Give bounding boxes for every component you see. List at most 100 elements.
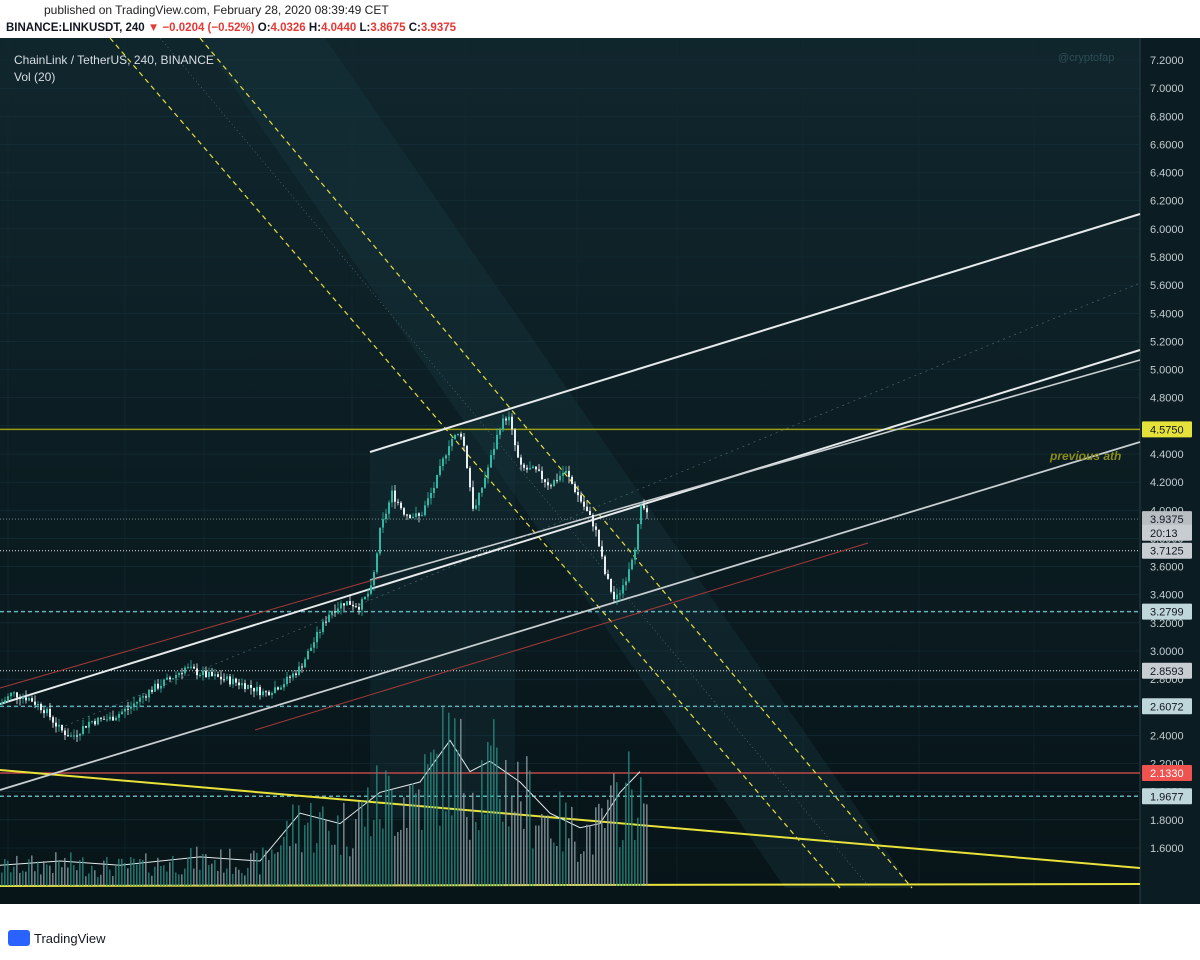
candle-body [232,678,234,685]
change-value: −0.0204 (−0.52%) [162,22,255,34]
candle-body [595,526,597,530]
candle-body [457,433,459,436]
candle-body [253,687,255,692]
volume-bar [184,868,186,886]
volume-bar [364,826,366,886]
volume-bar [217,870,219,886]
price-tick-label: 6.0000 [1150,224,1184,236]
price-tick-label: 4.8000 [1150,393,1184,405]
volume-bar [10,872,12,886]
candle-body [355,606,357,608]
candle-body [325,621,327,623]
level-label-text: 2.8593 [1150,666,1184,678]
candle-body [388,502,390,514]
candle-body [136,701,138,704]
candle-body [163,679,165,686]
volume-bar [607,799,609,886]
volume-bar [157,857,159,886]
volume-bar [583,851,585,886]
price-tick-label: 5.2000 [1150,336,1184,348]
candle-body [256,686,258,692]
candle-body [583,501,585,507]
price-tick-label: 3.4000 [1150,590,1184,602]
candle-body [454,435,456,439]
volume-bar [85,876,87,886]
volume-bar [229,848,231,886]
candle-body [193,666,195,669]
price-tick-label: 3.2000 [1150,618,1184,630]
header-bar: published on TradingView.com, February 2… [0,0,1200,38]
close-value: 3.9375 [420,22,457,34]
candle-body [91,721,93,723]
candle-body [628,569,630,582]
candle-body [589,510,591,515]
volume-bar [127,868,129,886]
price-tick-label: 6.6000 [1150,139,1184,151]
volume-bar [490,745,492,886]
candle-body [43,710,45,714]
volume-bar [382,828,384,886]
tradingview-brand: TradingView [34,930,106,946]
volume-bar [118,858,120,886]
volume-bar [577,861,579,886]
volume-bar [511,796,513,886]
candle-body [490,455,492,468]
candle-body [121,711,123,714]
candle-body [448,446,450,456]
volume-bar [589,825,591,886]
volume-bar [292,804,294,886]
candle-body [634,549,636,560]
change-arrow-icon: ▼ [147,22,160,34]
candle-body [322,621,324,633]
candle-body [19,697,21,699]
level-label-text: 1.9677 [1150,791,1184,803]
volume-bar [262,847,264,886]
volume-bar [151,875,153,886]
candle-body [181,673,183,675]
candle-body [241,683,243,686]
volume-bar [424,754,426,886]
footer-bar [0,904,1200,960]
level-label-text: 4.5750 [1150,424,1184,436]
volume-bar [271,849,273,886]
candle-body [70,735,72,737]
price-chart[interactable]: 7.2000 7.0000 6.8000 6.6000 6.4000 6.2000 6.00… [0,38,1200,904]
candle-body [580,495,582,502]
volume-bar [130,857,132,886]
volume-bar [52,872,54,886]
candle-body [7,696,9,701]
volume-bar [421,829,423,886]
chart-area[interactable]: 7.2000 7.0000 6.8000 6.6000 6.4000 6.2000 6.00… [0,38,1200,904]
close-label: C: [408,22,421,34]
price-tick-label: 4.2000 [1150,477,1184,489]
candle-body [550,485,552,487]
volume-bar [202,853,204,886]
candle-body [262,691,264,696]
candle-body [427,498,429,506]
candle-body [115,717,117,721]
candle-body [277,687,279,690]
volume-bar [283,836,285,886]
level-label-text: 3.7125 [1150,546,1184,558]
candle-body [361,599,363,610]
candle-body [274,687,276,694]
volume-bar [430,752,432,886]
volume-bar [145,853,147,886]
candle-body [466,445,468,469]
volume-bar [211,863,213,886]
volume-bar [256,852,258,886]
volume-bar [235,867,237,886]
candle-body [97,717,99,725]
low-label: L: [359,22,371,34]
volume-bar [181,874,183,886]
candle-body [112,716,114,721]
volume-bar [301,852,303,886]
tradingview-logo[interactable]: TradingView [8,930,106,946]
candle-body [199,675,201,677]
candle-body [463,436,465,446]
candle-body [4,700,6,703]
candle-body [460,433,462,437]
candle-body [316,632,318,643]
volume-bar [7,860,9,886]
candle-body [646,508,648,513]
